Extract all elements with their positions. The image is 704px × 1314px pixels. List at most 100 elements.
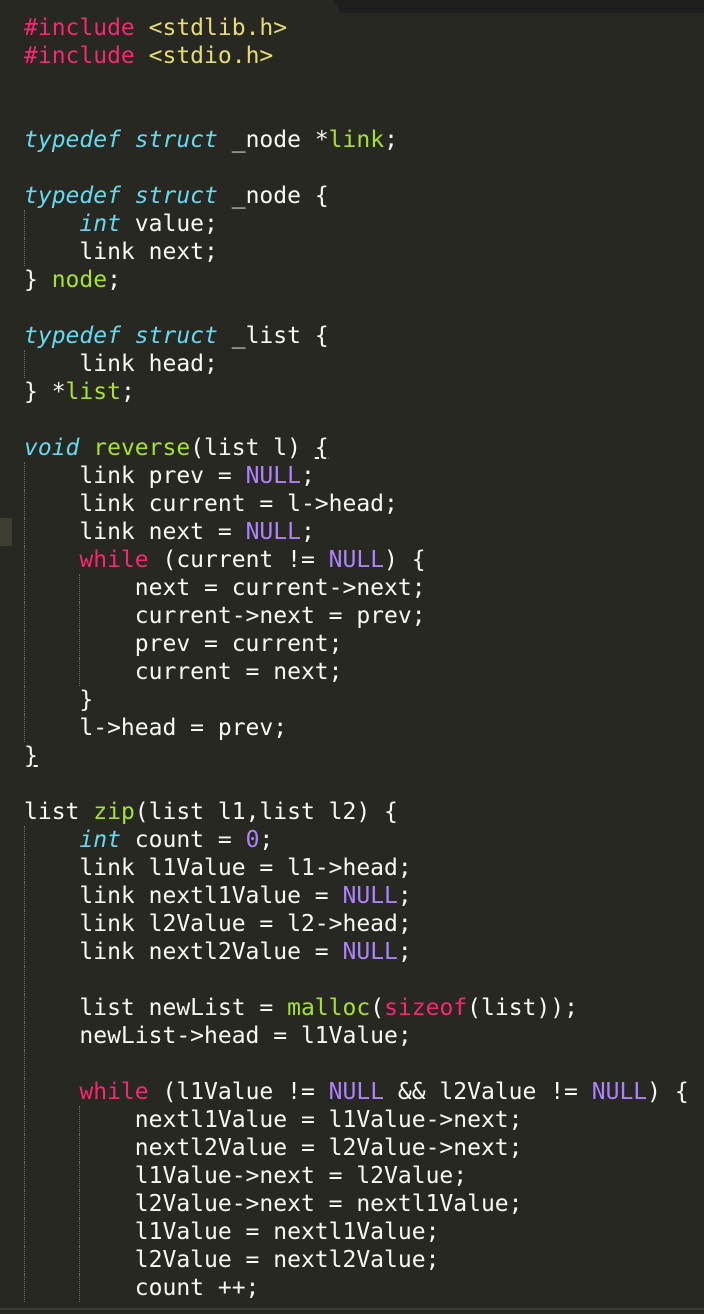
code-token: typedef	[24, 127, 121, 153]
code-line[interactable]: while (l1Value != NULL && l2Value != NUL…	[24, 1078, 689, 1106]
indent-guide	[24, 1246, 25, 1274]
code-token: NULL	[342, 939, 398, 965]
indent-guide	[24, 210, 25, 238]
code-line[interactable]	[24, 98, 689, 126]
code-line[interactable]: l2Value->next = nextl1Value;	[24, 1190, 689, 1218]
code-line[interactable]: count ++;	[24, 1274, 689, 1302]
code-line[interactable]	[24, 154, 689, 182]
indent-guide	[24, 938, 25, 966]
code-token: link nextl1Value =	[24, 883, 343, 909]
code-line[interactable]: while (current != NULL) {	[24, 546, 689, 574]
code-line[interactable]: l->head = prev;	[24, 714, 689, 742]
code-line[interactable]: nextl2Value = l2Value->next;	[24, 1134, 689, 1162]
code-token: _list {	[217, 323, 329, 349]
code-token: (current !=	[148, 547, 329, 573]
code-token: l1Value->next = l2Value;	[24, 1163, 468, 1189]
code-token: ;	[300, 463, 315, 489]
indent-guide	[24, 1078, 25, 1106]
indent-guide	[24, 630, 25, 658]
code-line[interactable]: }	[24, 686, 689, 714]
code-token: struct	[134, 183, 218, 209]
code-token: int	[79, 827, 121, 853]
code-line[interactable]	[24, 1050, 689, 1078]
code-token: ;	[384, 127, 398, 153]
indent-guide	[79, 1134, 81, 1162]
code-line[interactable]: #include <stdlib.h>	[24, 14, 689, 42]
code-token: {	[314, 435, 329, 461]
code-line[interactable]: #include <stdio.h>	[24, 42, 689, 70]
indent-guide	[79, 1162, 81, 1190]
code-line[interactable]: typedef struct _list {	[24, 322, 689, 350]
code-token: struct	[134, 127, 218, 153]
code-text-area[interactable]: #include <stdlib.h> #include <stdio.h> typ…	[24, 14, 689, 1302]
code-line[interactable]: link next = NULL;	[24, 518, 689, 546]
code-token: } *	[24, 379, 66, 405]
indent-guide	[24, 966, 25, 994]
code-token: && l2Value !=	[384, 1079, 592, 1105]
code-token: current->next = prev;	[24, 603, 426, 629]
code-line[interactable]: } *list;	[24, 378, 689, 406]
code-line[interactable]: link nextl2Value = NULL;	[24, 938, 689, 966]
code-line[interactable]: } node;	[24, 266, 689, 294]
indent-guide	[24, 714, 25, 742]
code-line[interactable]: int value;	[24, 210, 689, 238]
code-token: (list l)	[190, 435, 315, 461]
code-token: malloc	[287, 995, 371, 1021]
indent-guide	[24, 350, 25, 378]
code-token: next = current->next;	[24, 575, 426, 601]
code-token: link	[328, 127, 385, 153]
code-token: list newList =	[24, 995, 288, 1021]
code-token: l->head = prev;	[24, 715, 288, 741]
code-line[interactable]	[24, 294, 689, 322]
code-line[interactable]	[24, 966, 689, 994]
code-token: <stdio.h>	[148, 43, 274, 69]
code-line[interactable]: next = current->next;	[24, 574, 689, 602]
code-line[interactable]: link l1Value = l1->head;	[24, 854, 689, 882]
code-line[interactable]: prev = current;	[24, 630, 689, 658]
code-line[interactable]: int count = 0;	[24, 826, 689, 854]
code-token: }	[24, 743, 38, 769]
code-line[interactable]: nextl1Value = l1Value->next;	[24, 1106, 689, 1134]
code-line[interactable]: l2Value = nextl2Value;	[24, 1246, 689, 1274]
code-token: NULL	[591, 1079, 648, 1105]
code-line[interactable]: link nextl1Value = NULL;	[24, 882, 689, 910]
code-line[interactable]	[24, 770, 689, 798]
code-line[interactable]: link prev = NULL;	[24, 462, 689, 490]
code-line[interactable]: list newList = malloc(sizeof(list));	[24, 994, 689, 1022]
code-line[interactable]: list zip(list l1,list l2) {	[24, 798, 689, 826]
code-token: list	[24, 799, 94, 825]
code-token: nextl1Value = l1Value->next;	[24, 1107, 523, 1133]
code-line[interactable]: link head;	[24, 350, 689, 378]
indent-guide	[79, 1190, 81, 1218]
code-line[interactable]: link l2Value = l2->head;	[24, 910, 689, 938]
tab-bar-empty-area	[340, 0, 704, 13]
code-line[interactable]: l1Value = nextl1Value;	[24, 1218, 689, 1246]
code-line[interactable]	[24, 70, 689, 98]
code-line[interactable]: newList->head = l1Value;	[24, 1022, 689, 1050]
code-line[interactable]: current = next;	[24, 658, 689, 686]
code-line[interactable]: current->next = prev;	[24, 602, 689, 630]
code-token: ;	[300, 519, 315, 545]
code-token: count ++;	[24, 1275, 260, 1301]
code-token: struct	[134, 323, 218, 349]
code-token: <stdlib.h>	[148, 15, 288, 41]
code-line[interactable]: link next;	[24, 238, 689, 266]
code-line[interactable]: void reverse(list l) {	[24, 434, 689, 462]
code-line[interactable]: }	[24, 742, 689, 770]
code-editor[interactable]: #include <stdlib.h> #include <stdio.h> typ…	[0, 0, 704, 1314]
code-token: ) {	[384, 547, 426, 573]
indent-guide	[24, 994, 25, 1022]
indent-guide	[24, 1106, 25, 1134]
code-line[interactable]	[24, 406, 689, 434]
indent-guide	[24, 602, 25, 630]
code-line[interactable]: typedef struct _node {	[24, 182, 689, 210]
code-line[interactable]: link current = l->head;	[24, 490, 689, 518]
code-line[interactable]: typedef struct _node *link;	[24, 126, 689, 154]
code-line[interactable]: l1Value->next = l2Value;	[24, 1162, 689, 1190]
